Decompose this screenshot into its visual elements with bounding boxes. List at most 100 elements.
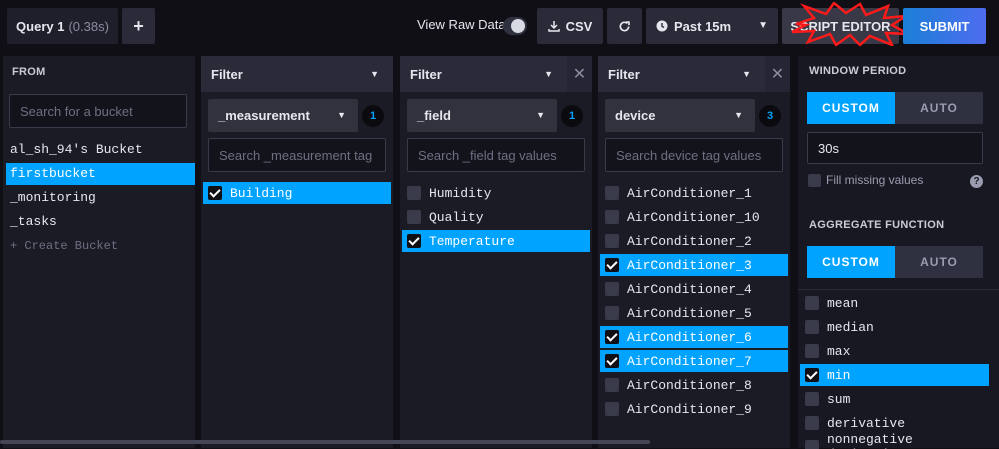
tag-value-item[interactable]: Temperature <box>402 230 590 252</box>
script-editor-label: SCRIPT EDITOR <box>790 18 891 34</box>
checkbox[interactable] <box>808 173 821 187</box>
tag-value-label: Humidity <box>429 185 492 201</box>
tag-search-placeholder: Search _measurement tag <box>219 147 373 163</box>
tag-value-item[interactable]: AirConditioner_7 <box>600 350 788 372</box>
window-period-value: 30s <box>818 140 839 156</box>
checkbox[interactable] <box>805 416 819 430</box>
checkbox-checked[interactable] <box>407 234 421 248</box>
query-tab[interactable]: Query 1 (0.38s) <box>7 8 118 44</box>
filter-function-dropdown[interactable]: Filter ▼ <box>201 56 393 92</box>
checkbox[interactable] <box>805 296 819 310</box>
tag-search-input[interactable]: Search _measurement tag <box>208 138 386 172</box>
checkbox-checked[interactable] <box>208 186 222 200</box>
checkbox[interactable] <box>605 186 619 200</box>
checkbox[interactable] <box>407 210 421 224</box>
checkbox[interactable] <box>605 234 619 248</box>
tag-search-input[interactable]: Search _field tag values <box>407 138 585 172</box>
tag-value-item[interactable]: AirConditioner_10 <box>600 206 788 228</box>
aggregate-function-item[interactable]: derivative <box>800 412 989 434</box>
add-query-button[interactable]: + <box>122 8 155 44</box>
tag-search-input[interactable]: Search device tag values <box>605 138 783 172</box>
tag-value-item[interactable]: AirConditioner_6 <box>600 326 788 348</box>
tag-value-label: AirConditioner_7 <box>627 353 752 369</box>
checkbox-checked[interactable] <box>605 258 619 272</box>
checkbox[interactable] <box>407 186 421 200</box>
fill-missing-label: Fill missing values <box>826 173 924 187</box>
close-icon[interactable]: ✕ <box>567 56 592 92</box>
horizontal-scrollbar[interactable] <box>0 440 650 444</box>
aggregate-function-item[interactable]: min <box>800 364 989 386</box>
aggregate-custom-button[interactable]: CUSTOM <box>807 246 895 278</box>
window-period-custom-button[interactable]: CUSTOM <box>807 92 895 124</box>
refresh-icon <box>619 20 630 31</box>
tag-value-label: AirConditioner_10 <box>627 209 760 225</box>
tag-value-item[interactable]: AirConditioner_2 <box>600 230 788 252</box>
window-period-auto-button[interactable]: AUTO <box>895 92 983 124</box>
tag-value-item[interactable]: AirConditioner_4 <box>600 278 788 300</box>
checkbox[interactable] <box>805 344 819 358</box>
tag-value-item[interactable]: AirConditioner_3 <box>600 254 788 276</box>
checkbox[interactable] <box>805 392 819 406</box>
time-range-dropdown[interactable]: Past 15m ▼ <box>646 8 778 44</box>
bucket-item[interactable]: _tasks <box>6 211 195 233</box>
csv-download-button[interactable]: CSV <box>537 8 603 44</box>
tag-key-dropdown[interactable]: _field ▼ <box>407 99 557 132</box>
filter-panel-measurement: Filter ▼ _measurement ▼ 1 Search _measur… <box>201 56 393 448</box>
checkbox-checked[interactable] <box>605 330 619 344</box>
aggregate-toggle: CUSTOM AUTO <box>807 246 983 278</box>
tag-value-label: AirConditioner_1 <box>627 185 752 201</box>
query-tab-label: Query 1 <box>16 18 65 34</box>
checkbox[interactable] <box>605 402 619 416</box>
checkbox[interactable] <box>605 378 619 392</box>
chevron-down-icon: ▼ <box>337 110 346 120</box>
refresh-button[interactable] <box>607 8 642 44</box>
aggregate-function-item[interactable]: sum <box>800 388 989 410</box>
bucket-item[interactable]: al_sh_94's Bucket <box>6 139 195 161</box>
aggregate-function-item[interactable]: median <box>800 316 989 338</box>
window-period-title: WINDOW PERIOD <box>809 65 907 77</box>
bucket-item-selected[interactable]: firstbucket <box>6 163 195 185</box>
help-icon[interactable]: ? <box>970 175 983 188</box>
checkbox[interactable] <box>605 282 619 296</box>
tag-key-dropdown[interactable]: _measurement ▼ <box>208 99 358 132</box>
function-label: sum <box>827 391 851 407</box>
filter-function-dropdown[interactable]: Filter ▼ <box>598 56 765 92</box>
tag-value-label: AirConditioner_2 <box>627 233 752 249</box>
chevron-down-icon: ▼ <box>734 110 743 120</box>
tag-value-label: Quality <box>429 209 484 225</box>
aggregate-auto-button[interactable]: AUTO <box>895 246 983 278</box>
tag-value-item[interactable]: Humidity <box>402 182 590 204</box>
window-period-input[interactable]: 30s <box>807 132 983 164</box>
csv-label: CSV <box>565 18 593 34</box>
chevron-down-icon: ▼ <box>536 110 545 120</box>
script-editor-button[interactable]: SCRIPT EDITOR <box>782 8 899 44</box>
aggregate-function-item[interactable]: mean <box>800 292 989 314</box>
tag-value-item[interactable]: Building <box>203 182 391 204</box>
tag-value-item[interactable]: Quality <box>402 206 590 228</box>
from-panel: FROM Search for a bucket al_sh_94's Buck… <box>3 56 195 448</box>
fill-missing-option[interactable]: Fill missing values <box>808 173 923 187</box>
checkbox[interactable] <box>805 320 819 334</box>
time-range-label: Past 15m <box>674 18 732 34</box>
create-bucket-link[interactable]: + Create Bucket <box>6 235 195 257</box>
tag-value-item[interactable]: AirConditioner_8 <box>600 374 788 396</box>
tag-value-label: AirConditioner_9 <box>627 401 752 417</box>
submit-button[interactable]: SUBMIT <box>903 8 986 44</box>
tag-value-label: Building <box>230 185 293 201</box>
bucket-search-input[interactable]: Search for a bucket <box>9 94 187 128</box>
tag-value-item[interactable]: AirConditioner_1 <box>600 182 788 204</box>
checkbox[interactable] <box>605 306 619 320</box>
view-raw-data-toggle[interactable] <box>503 17 527 35</box>
tag-key-dropdown[interactable]: device ▼ <box>605 99 755 132</box>
aggregate-function-item[interactable]: max <box>800 340 989 362</box>
close-icon[interactable]: ✕ <box>765 56 790 92</box>
tag-value-item[interactable]: AirConditioner_9 <box>600 398 788 420</box>
bucket-item[interactable]: _monitoring <box>6 187 195 209</box>
tag-value-item[interactable]: AirConditioner_5 <box>600 302 788 324</box>
aggregate-function-item[interactable]: nonnegative derivative <box>800 432 989 449</box>
checkbox-checked[interactable] <box>805 368 819 382</box>
toolbar: Query 1 (0.38s) + View Raw Data CSV Past… <box>0 0 999 54</box>
checkbox-checked[interactable] <box>605 354 619 368</box>
filter-function-dropdown[interactable]: Filter ▼ <box>400 56 567 92</box>
checkbox[interactable] <box>605 210 619 224</box>
